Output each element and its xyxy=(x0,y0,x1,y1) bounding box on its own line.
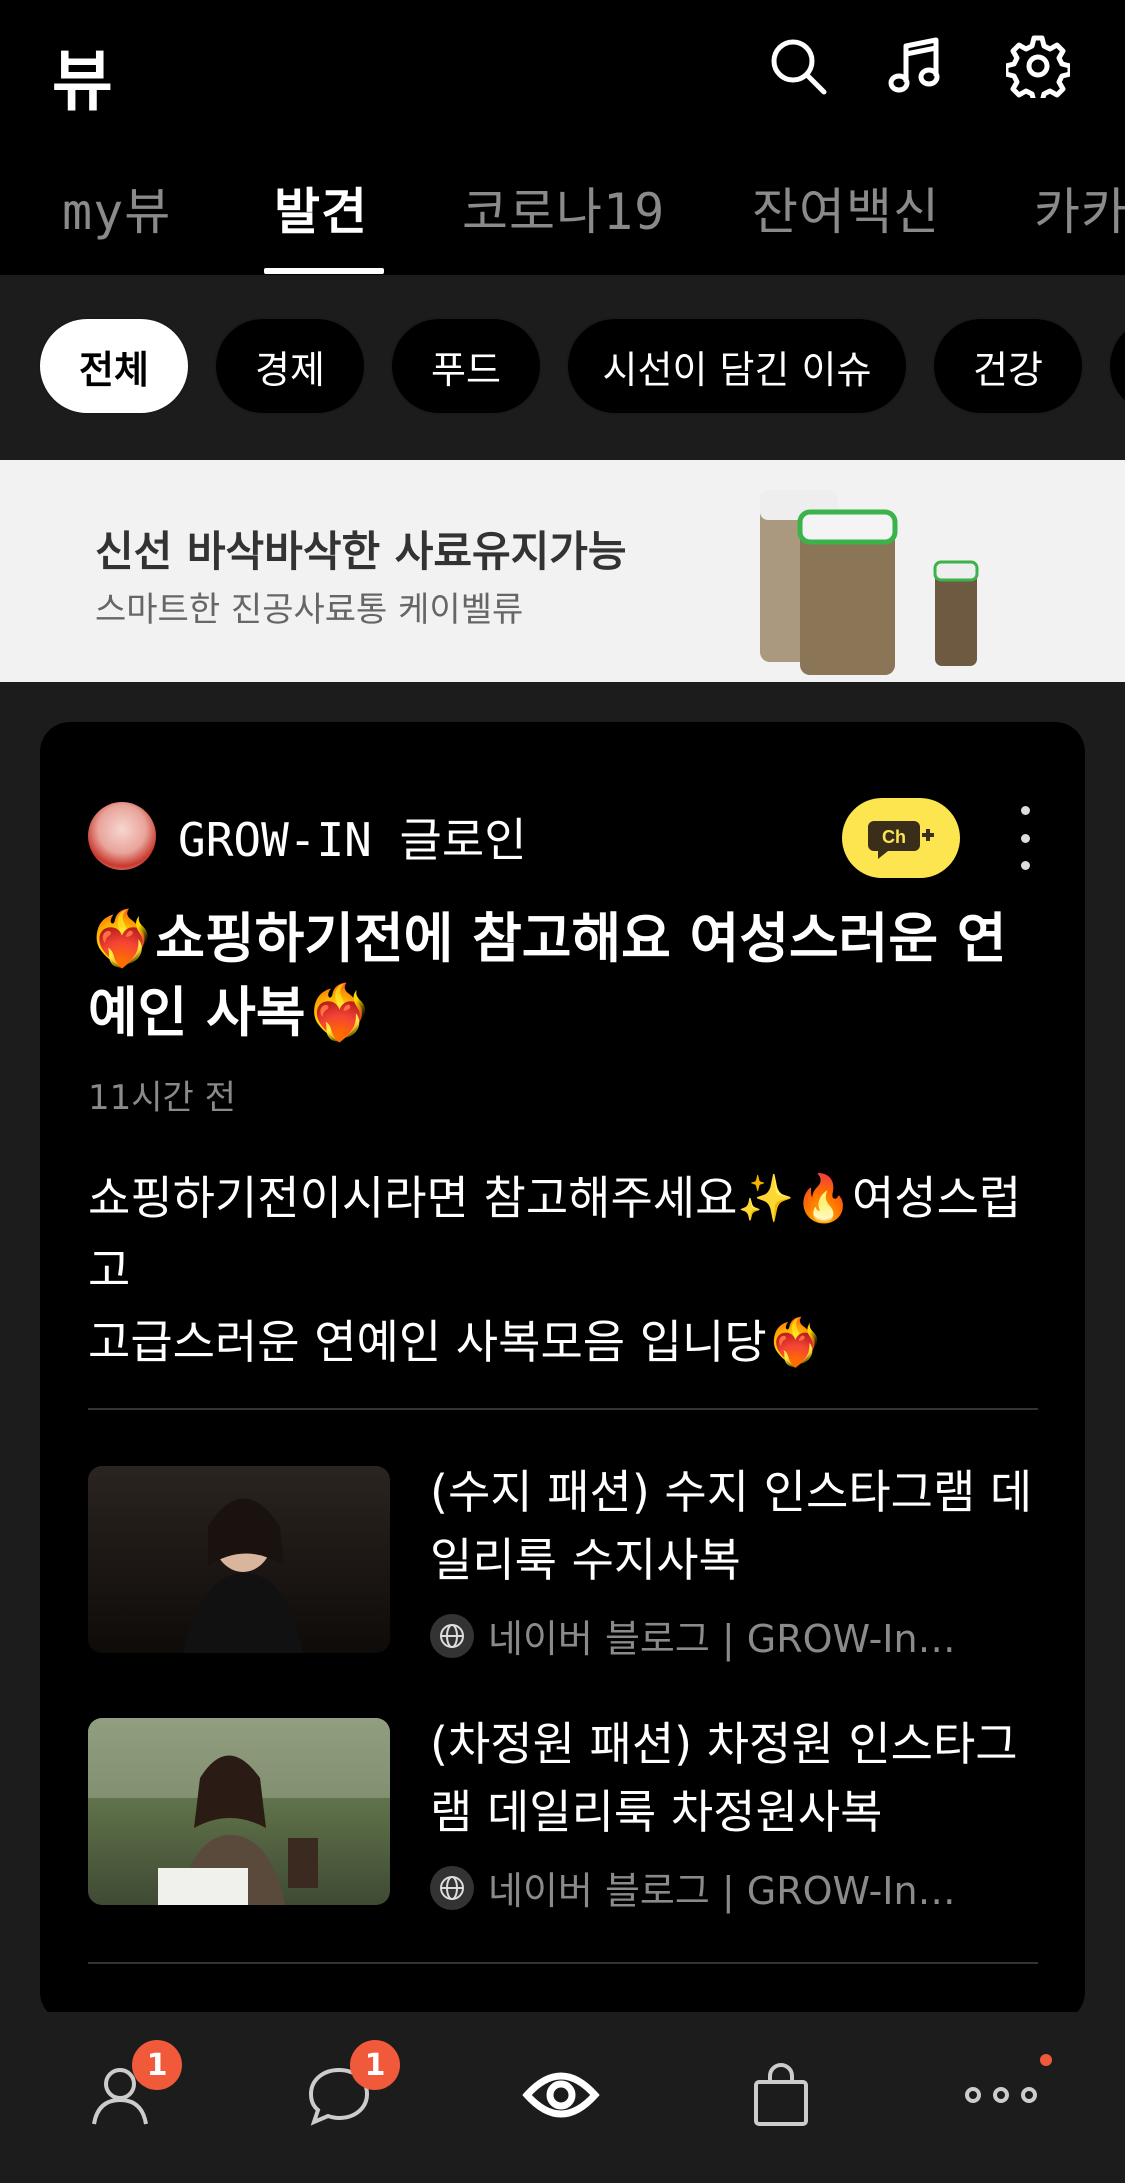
app-header: 뷰 xyxy=(0,0,1125,150)
nav-friends[interactable]: 1 xyxy=(78,2040,182,2140)
ad-title: 신선 바삭바삭한 사료유지가능 xyxy=(95,527,627,576)
link-thumbnail xyxy=(88,1466,390,1653)
chats-badge: 1 xyxy=(350,2040,400,2090)
channel-plus-icon: Ch xyxy=(868,821,934,859)
svg-text:Ch: Ch xyxy=(882,827,906,847)
tab-discover[interactable]: 발견 xyxy=(274,172,368,244)
post-more-icon[interactable] xyxy=(1010,806,1040,870)
ad-banner[interactable]: 신선 바삭바삭한 사료유지가능 스마트한 진공사료통 케이벨류 xyxy=(0,460,1125,682)
chip-food[interactable]: 푸드 xyxy=(390,317,542,415)
channel-avatar[interactable] xyxy=(88,802,156,870)
chip-issues[interactable]: 시선이 담긴 이슈 xyxy=(566,317,908,415)
chip-economy[interactable]: 경제 xyxy=(214,317,366,415)
tab-my-view[interactable]: my뷰 xyxy=(62,172,171,244)
post-body: 쇼핑하기전이시라면 참고해주세요✨🔥여성스럽고 고급스러운 연예인 사복모음 입… xyxy=(88,1162,1048,1378)
ad-product-image xyxy=(760,490,979,675)
link-thumbnail xyxy=(88,1718,390,1905)
ad-subtitle: 스마트한 진공사료통 케이벨류 xyxy=(95,590,524,630)
link-item[interactable]: (수지 패션) 수지 인스타그램 데일리룩 수지사복 네이버 블로그 | GRO… xyxy=(88,1465,1038,1661)
more-horizontal-icon xyxy=(965,2087,1037,2103)
channel-name[interactable]: GROW-IN 글로인 xyxy=(178,804,527,870)
add-channel-button[interactable]: Ch xyxy=(842,798,960,878)
chip-more[interactable] xyxy=(1108,317,1125,415)
more-new-dot xyxy=(1040,2054,1052,2066)
post-time: 11시간 전 xyxy=(88,1078,236,1118)
search-icon[interactable] xyxy=(766,34,830,98)
link-source-text: 네이버 블로그 | GROW-In… xyxy=(488,1617,956,1661)
nav-more[interactable] xyxy=(956,2050,1052,2140)
link-source: 네이버 블로그 | GROW-In… xyxy=(430,1608,1050,1663)
nav-chats[interactable]: 1 xyxy=(296,2040,400,2140)
globe-icon xyxy=(430,1613,474,1658)
link-source: 네이버 블로그 | GROW-In… xyxy=(430,1860,1050,1915)
post-title[interactable]: ❤️‍🔥쇼핑하기전에 참고해요 여성스러운 연예인 사복❤️‍🔥 xyxy=(88,902,1048,1050)
post-card[interactable]: GROW-IN 글로인 Ch ❤️‍🔥쇼핑하기전에 참고해요 여성스러운 연예인… xyxy=(40,722,1085,2022)
divider xyxy=(88,1962,1038,1964)
link-item[interactable]: (차정원 패션) 차정원 인스타그램 데일리룩 차정원사복 네이버 블로그 | … xyxy=(88,1717,1038,1913)
tab-covid19[interactable]: 코로나19 xyxy=(462,172,665,244)
bottom-navigation: 1 1 xyxy=(0,2012,1125,2183)
divider xyxy=(88,1408,1038,1410)
post-body-line2: 고급스러운 연예인 사복모음 입니당❤️‍🔥 xyxy=(88,1315,824,1369)
chip-all[interactable]: 전체 xyxy=(38,317,190,415)
category-tabs: my뷰 발견 코로나19 잔여백신 카카 xyxy=(0,150,1125,275)
active-tab-indicator xyxy=(264,268,384,274)
music-note-icon[interactable] xyxy=(884,34,948,98)
friends-badge: 1 xyxy=(132,2040,182,2090)
link-title[interactable]: (차정원 패션) 차정원 인스타그램 데일리룩 차정원사복 xyxy=(430,1710,1050,1846)
topic-chips: 전체 경제 푸드 시선이 담긴 이슈 건강 xyxy=(0,275,1125,460)
globe-icon xyxy=(430,1865,474,1910)
chip-health[interactable]: 건강 xyxy=(932,317,1084,415)
app-title: 뷰 xyxy=(52,43,113,120)
gear-icon[interactable] xyxy=(1003,34,1073,105)
view-eye-icon xyxy=(522,2072,600,2118)
link-source-text: 네이버 블로그 | GROW-In… xyxy=(488,1869,956,1913)
tab-kakao[interactable]: 카카 xyxy=(1034,172,1125,244)
shopping-bag-icon xyxy=(754,2063,808,2126)
nav-view[interactable] xyxy=(516,2050,606,2140)
nav-shopping[interactable] xyxy=(736,2050,826,2140)
post-body-line1: 쇼핑하기전이시라면 참고해주세요✨🔥여성스럽고 xyxy=(88,1171,1022,1297)
tab-remaining-vaccine[interactable]: 잔여백신 xyxy=(752,172,940,244)
link-title[interactable]: (수지 패션) 수지 인스타그램 데일리룩 수지사복 xyxy=(430,1458,1050,1594)
